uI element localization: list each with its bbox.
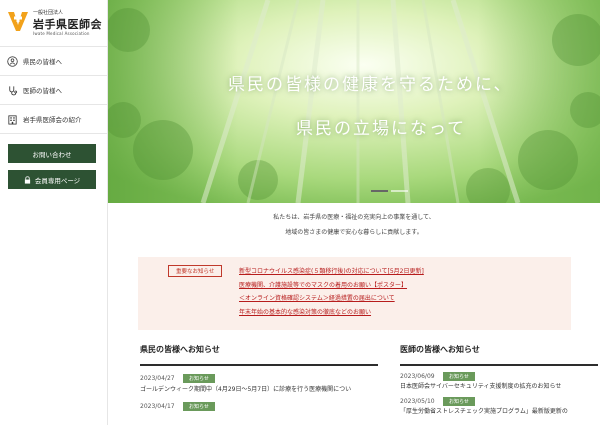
intro-statement: 私たちは、岩手県の医療・福祉の充実向上の事業を通して、 地域の皆さまの健康で安心… <box>108 203 600 250</box>
logo-title: 岩手県医師会 <box>33 18 102 31</box>
logo-subtitle: 一般社団法人 <box>33 10 64 16</box>
doctor-news-section: 医師の皆様へお知らせ 2023/06/09 お知らせ 日本医師会サイバーセキュリ… <box>400 344 598 416</box>
hero-banner: 県民の皆様の健康を守るために、 県民の立場になって <box>108 0 600 203</box>
important-notice-badge: 重要なお知らせ <box>168 265 223 277</box>
slider-indicators <box>371 190 408 192</box>
citizen-news-section: 県民の皆様へお知らせ 2023/04/27 お知らせ ゴールデンウィーク期間中（… <box>140 344 378 411</box>
slider-dot-2[interactable] <box>391 190 408 192</box>
contact-button[interactable]: お問い合わせ <box>8 144 96 163</box>
sidebar-item-doctors[interactable]: 医師の皆様へ <box>0 76 108 105</box>
building-icon <box>8 114 17 124</box>
notice-link[interactable]: 医療機関、介護施設等でのマスクの着用のお願い【ポスター】 <box>239 279 424 293</box>
sidebar: 一般社団法人 岩手県医師会 Iwate Medical Association … <box>0 0 108 425</box>
notice-list: 新型コロナウイルス感染症(５類移行後)の対応について[5月2日更新] 医療機関、… <box>239 265 424 319</box>
people-icon <box>7 55 18 67</box>
news-tag: お知らせ <box>443 371 475 381</box>
news-date: 2023/04/27 <box>140 374 175 382</box>
news-tag: お知らせ <box>443 396 475 406</box>
doctor-news-heading: 医師の皆様へお知らせ <box>400 344 598 366</box>
member-button-label: 会員専用ページ <box>34 176 81 185</box>
sidebar-item-citizens[interactable]: 県民の皆様へ <box>0 47 108 76</box>
news-title-link[interactable]: 日本医師会サイバーセキュリティ支援制度の拡充のお知らせ <box>400 382 598 391</box>
notice-link[interactable]: 年末年始の基本的な感染対策の徹底などのお願い <box>239 306 424 320</box>
lock-icon <box>24 175 30 184</box>
sidebar-nav: 県民の皆様へ 医師の皆様へ 岩手県医師会の紹介 <box>0 46 108 134</box>
citizen-news-heading: 県民の皆様へお知らせ <box>140 344 378 366</box>
medical-v-logo-icon <box>8 12 28 31</box>
member-page-button[interactable]: 会員専用ページ <box>8 170 96 189</box>
list-item[interactable]: 2023/04/27 お知らせ ゴールデンウィーク期間中（4月29日～5月7日）… <box>140 366 378 394</box>
sidebar-item-label: 県民の皆様へ <box>23 58 62 66</box>
notice-link[interactable]: ＜オンライン資格確認システム＞経過措置の届出について <box>239 292 424 306</box>
news-date: 2023/05/10 <box>400 397 435 405</box>
intro-line-1: 私たちは、岩手県の医療・福祉の充実向上の事業を通して、 <box>273 214 435 221</box>
list-item[interactable]: 2023/06/09 お知らせ 日本医師会サイバーセキュリティ支援制度の拡充のお… <box>400 366 598 391</box>
important-notices: 重要なお知らせ 新型コロナウイルス感染症(５類移行後)の対応について[5月2日更… <box>138 257 571 330</box>
news-title-link[interactable]: ゴールデンウィーク期間中（4月29日～5月7日）に診療を行う医療機関につい <box>140 385 378 394</box>
forest-background-image <box>108 0 600 203</box>
intro-line-2: 地域の皆さまの健康で安心な暮らしに貢献します。 <box>285 229 423 236</box>
hero-headline-2: 県民の立場になって <box>296 119 467 139</box>
logo-english: Iwate Medical Association <box>33 31 90 36</box>
list-item[interactable]: 2023/04/17 お知らせ <box>140 394 378 411</box>
news-title-link[interactable]: 「厚生労働省ストレスチェック実施プログラム」最新版更新の <box>400 407 598 416</box>
news-tag: お知らせ <box>183 401 215 411</box>
news-date: 2023/04/17 <box>140 402 175 410</box>
list-item[interactable]: 2023/05/10 お知らせ 「厚生労働省ストレスチェック実施プログラム」最新… <box>400 391 598 416</box>
hero-headline-1: 県民の皆様の健康を守るために、 <box>228 75 513 95</box>
notice-link[interactable]: 新型コロナウイルス感染症(５類移行後)の対応について[5月2日更新] <box>239 265 424 279</box>
contact-button-label: お問い合わせ <box>32 150 72 159</box>
sidebar-item-label: 岩手県医師会の紹介 <box>23 116 82 124</box>
site-logo[interactable]: 一般社団法人 岩手県医師会 Iwate Medical Association <box>6 7 106 37</box>
slider-dot-1[interactable] <box>371 190 388 192</box>
sidebar-item-about[interactable]: 岩手県医師会の紹介 <box>0 105 108 134</box>
news-date: 2023/06/09 <box>400 372 435 380</box>
stethoscope-icon <box>9 85 18 95</box>
sidebar-item-label: 医師の皆様へ <box>23 87 62 95</box>
news-tag: お知らせ <box>183 373 215 383</box>
